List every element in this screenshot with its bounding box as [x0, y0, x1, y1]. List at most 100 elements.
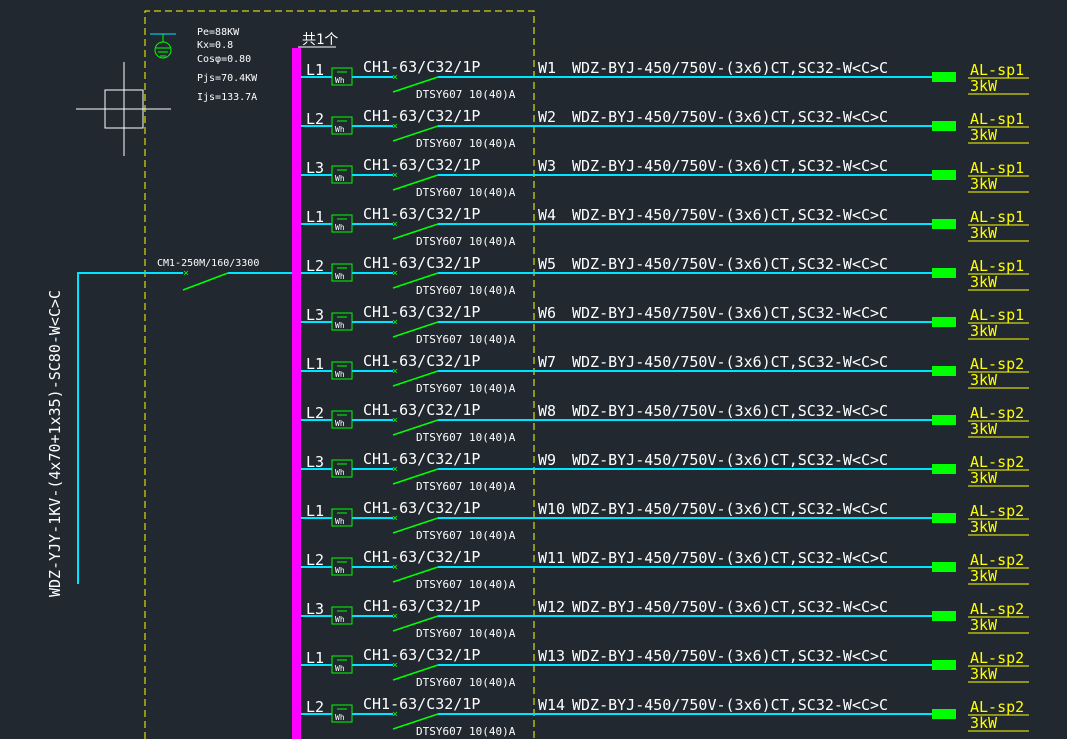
load-power-label: 3kW [970, 322, 998, 340]
meter-model-label: DTSY607 10(40)A [416, 333, 516, 346]
phase-label: L3 [306, 600, 324, 618]
circuit-id-label: W1 [538, 59, 556, 77]
breaker-model-label: CH1-63/C32/1P [363, 205, 480, 223]
load-block-icon [932, 366, 956, 376]
load-block-icon [932, 660, 956, 670]
meter-model-label: DTSY607 10(40)A [416, 627, 516, 640]
phase-label: L1 [306, 208, 324, 226]
breaker-model-label: CH1-63/C32/1P [363, 597, 480, 615]
circuit-id-label: W2 [538, 108, 556, 126]
cable-spec-label: WDZ-BYJ-450/750V-(3x6)CT,SC32-W<C>C [572, 549, 888, 567]
meter-wh-label: Wh [335, 664, 345, 673]
meter-model-label: DTSY607 10(40)A [416, 676, 516, 689]
cable-spec-label: WDZ-BYJ-450/750V-(3x6)CT,SC32-W<C>C [572, 500, 888, 518]
breaker-model-label: CH1-63/C32/1P [363, 695, 480, 713]
load-power-label: 3kW [970, 371, 998, 389]
meter-model-label: DTSY607 10(40)A [416, 480, 516, 493]
phase-label: L1 [306, 649, 324, 667]
meter-model-label: DTSY607 10(40)A [416, 186, 516, 199]
cable-spec-label: WDZ-BYJ-450/750V-(3x6)CT,SC32-W<C>C [572, 108, 888, 126]
load-block-icon [932, 611, 956, 621]
load-power-label: 3kW [970, 420, 998, 438]
load-block-icon [932, 513, 956, 523]
meter-wh-label: Wh [335, 517, 345, 526]
load-block-icon [932, 415, 956, 425]
circuit-row: Wh ×L2 CH1-63/C32/1PDTSY607 10(40)AW14 WDZ-… [301, 695, 1029, 738]
circuit-row: Wh ×L2 CH1-63/C32/1PDTSY607 10(40)AW5 WDZ-B… [301, 254, 1029, 297]
cable-spec-label: WDZ-BYJ-450/750V-(3x6)CT,SC32-W<C>C [572, 402, 888, 420]
meter-wh-label: Wh [335, 321, 345, 330]
breaker-model-label: CH1-63/C32/1P [363, 58, 480, 76]
circuit-row: Wh ×L3 CH1-63/C32/1PDTSY607 10(40)AW9 WDZ-B… [301, 450, 1029, 493]
meter-model-label: DTSY607 10(40)A [416, 529, 516, 542]
load-block-icon [932, 219, 956, 229]
param-cos: Cosφ=0.80 [197, 54, 251, 65]
cable-spec-label: WDZ-BYJ-450/750V-(3x6)CT,SC32-W<C>C [572, 647, 888, 665]
phase-label: L3 [306, 306, 324, 324]
load-power-label: 3kW [970, 665, 998, 683]
param-ijs: Ijs=133.7A [197, 92, 257, 103]
meter-model-label: DTSY607 10(40)A [416, 578, 516, 591]
incomer-breaker-contact [182, 272, 229, 291]
breaker-model-label: CH1-63/C32/1P [363, 401, 480, 419]
cable-spec-label: WDZ-BYJ-450/750V-(3x6)CT,SC32-W<C>C [572, 59, 888, 77]
meter-wh-label: Wh [335, 174, 345, 183]
meter-wh-label: Wh [335, 125, 345, 134]
meter-wh-label: Wh [335, 76, 345, 85]
incomer-breaker-label: CM1-250M/160/3300 [157, 258, 259, 269]
load-power-label: 3kW [970, 77, 998, 95]
meter-model-label: DTSY607 10(40)A [416, 235, 516, 248]
meter-wh-label: Wh [335, 566, 345, 575]
crosshair-cursor-icon[interactable] [76, 62, 171, 156]
circuit-id-label: W7 [538, 353, 556, 371]
phase-label: L1 [306, 61, 324, 79]
load-power-label: 3kW [970, 175, 998, 193]
phase-label: L2 [306, 404, 324, 422]
incomer-cable-line [77, 272, 183, 584]
meter-model-label: DTSY607 10(40)A [416, 284, 516, 297]
param-kx: Kx=0.8 [197, 40, 233, 51]
phase-label: L1 [306, 502, 324, 520]
phase-label: L2 [306, 257, 324, 275]
meter-wh-label: Wh [335, 419, 345, 428]
meter-wh-label: Wh [335, 272, 345, 281]
param-pe: Pe=88KW [197, 27, 240, 38]
cable-spec-label: WDZ-BYJ-450/750V-(3x6)CT,SC32-W<C>C [572, 598, 888, 616]
load-block-icon [932, 562, 956, 572]
circuit-row: Wh ×L3 CH1-63/C32/1PDTSY607 10(40)AW12 WDZ-… [301, 597, 1029, 640]
meter-wh-label: Wh [335, 223, 345, 232]
circuit-id-label: W3 [538, 157, 556, 175]
circuit-row: Wh ×L3 CH1-63/C32/1PDTSY607 10(40)AW6 WDZ-B… [301, 303, 1029, 346]
circuit-row: Wh ×L1 CH1-63/C32/1PDTSY607 10(40)AW13 WDZ-… [301, 646, 1029, 689]
circuit-row: Wh ×L3 CH1-63/C32/1PDTSY607 10(40)AW3 WDZ-B… [301, 156, 1029, 199]
circuit-row: Wh ×L2 CH1-63/C32/1PDTSY607 10(40)AW2 WDZ-B… [301, 107, 1029, 150]
circuit-row: Wh ×L1 CH1-63/C32/1PDTSY607 10(40)AW1 WDZ-B… [301, 58, 1029, 101]
param-pjs: Pjs=70.4KW [197, 73, 258, 84]
busbar [292, 48, 301, 739]
incomer-breaker-cross-icon: × [183, 268, 189, 279]
phase-label: L3 [306, 159, 324, 177]
circuit-id-label: W6 [538, 304, 556, 322]
load-power-label: 3kW [970, 126, 998, 144]
breaker-model-label: CH1-63/C32/1P [363, 254, 480, 272]
meter-model-label: DTSY607 10(40)A [416, 137, 516, 150]
load-power-label: 3kW [970, 224, 998, 242]
phase-label: L1 [306, 355, 324, 373]
load-power-label: 3kW [970, 273, 998, 291]
load-power-label: 3kW [970, 616, 998, 634]
circuit-id-label: W5 [538, 255, 556, 273]
meter-model-label: DTSY607 10(40)A [416, 431, 516, 444]
load-block-icon [932, 464, 956, 474]
circuit-id-label: W12 [538, 598, 565, 616]
breaker-model-label: CH1-63/C32/1P [363, 352, 480, 370]
circuit-id-label: W4 [538, 206, 556, 224]
breaker-model-label: CH1-63/C32/1P [363, 499, 480, 517]
circuit-id-label: W8 [538, 402, 556, 420]
meter-wh-label: Wh [335, 468, 345, 477]
circuit-id-label: W14 [538, 696, 565, 714]
breaker-model-label: CH1-63/C32/1P [363, 646, 480, 664]
cable-spec-label: WDZ-BYJ-450/750V-(3x6)CT,SC32-W<C>C [572, 304, 888, 322]
meter-model-label: DTSY607 10(40)A [416, 725, 516, 738]
cable-spec-label: WDZ-BYJ-450/750V-(3x6)CT,SC32-W<C>C [572, 696, 888, 714]
meter-model-label: DTSY607 10(40)A [416, 88, 516, 101]
